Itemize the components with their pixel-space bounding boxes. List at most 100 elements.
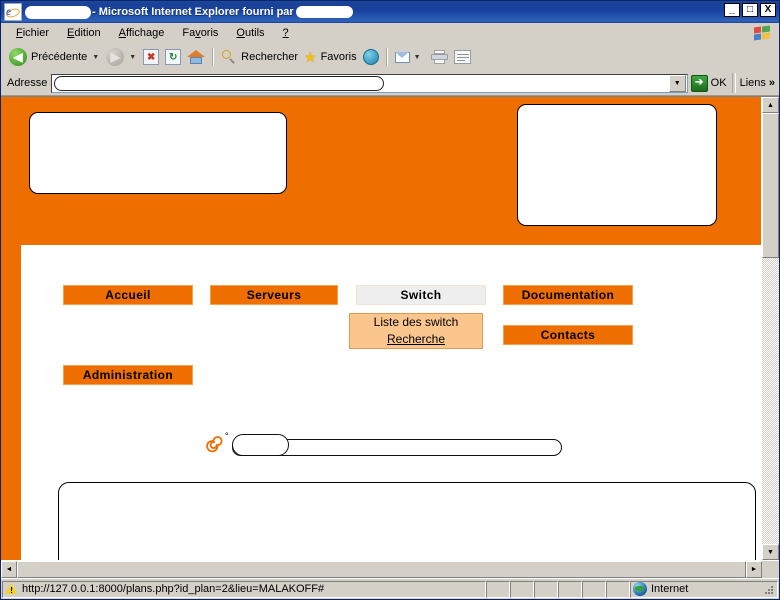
internet-zone-icon xyxy=(633,582,647,596)
page-viewport: Accueil Serveurs Switch Documentation Co… xyxy=(1,96,779,560)
vertical-scrollbar[interactable]: ▲ ▼ xyxy=(761,97,779,560)
menu-item-help[interactable]: ? xyxy=(274,25,298,41)
back-button-label: Précédente xyxy=(31,51,88,63)
close-button[interactable]: X xyxy=(760,3,776,17)
vertical-scroll-track[interactable] xyxy=(762,113,779,544)
redacted-title-prefix xyxy=(25,5,91,19)
status-pane-3 xyxy=(534,580,558,598)
scroll-up-button[interactable]: ▲ xyxy=(762,97,779,113)
go-button[interactable]: ➔ OK xyxy=(688,74,732,92)
address-bar: Adresse ▼ ➔ OK Liens » xyxy=(1,71,779,96)
search-button-label: Rechercher xyxy=(241,51,298,63)
print-button[interactable] xyxy=(428,45,451,69)
back-arrow-icon: ◀ xyxy=(9,48,27,66)
stop-icon[interactable]: ✖ xyxy=(143,49,160,65)
redacted-logo-right xyxy=(517,104,717,226)
home-icon[interactable] xyxy=(187,49,206,65)
redacted-logo-left xyxy=(29,112,287,194)
mail-button[interactable]: ▼ xyxy=(392,45,428,69)
favorites-button[interactable]: ★ Favoris xyxy=(301,45,360,69)
submenu-item-recherche[interactable]: Recherche xyxy=(350,331,482,348)
nav-button-serveurs[interactable]: Serveurs xyxy=(210,285,338,305)
address-input[interactable]: ▼ xyxy=(51,73,688,93)
window-controls: _ □ X xyxy=(724,3,776,17)
title-bar: e - Microsoft Internet Explorer fourni p… xyxy=(1,1,779,23)
status-pane-5 xyxy=(582,580,606,598)
horizontal-scrollbar[interactable]: ◄ ► xyxy=(1,560,779,578)
redacted-address-value xyxy=(54,75,385,91)
favorites-button-label: Favoris xyxy=(320,51,357,63)
search-icon xyxy=(221,49,237,65)
nav-button-administration[interactable]: Administration xyxy=(63,365,193,385)
history-globe-icon xyxy=(362,49,379,65)
printer-icon xyxy=(430,50,448,64)
refresh-icon[interactable]: ↻ xyxy=(165,49,182,65)
edit-page-icon xyxy=(453,50,471,64)
edit-button[interactable] xyxy=(451,45,474,69)
menu-item-favoris[interactable]: Favoris xyxy=(173,25,227,41)
internet-explorer-icon: e xyxy=(4,3,22,21)
status-url-text: http://127.0.0.1:8000/plans.php?id_plan=… xyxy=(22,583,325,595)
degree-symbol: ° xyxy=(225,431,229,441)
status-zone-text: Internet xyxy=(651,583,689,595)
vertical-scroll-thumb[interactable] xyxy=(762,113,779,258)
mail-icon xyxy=(394,50,412,64)
back-history-caret-icon[interactable]: ▼ xyxy=(92,54,99,61)
forward-history-caret-icon[interactable]: ▼ xyxy=(129,54,136,61)
nav-button-switch[interactable]: Switch xyxy=(356,285,486,305)
web-page-content: Accueil Serveurs Switch Documentation Co… xyxy=(1,97,761,560)
mail-caret-icon[interactable]: ▼ xyxy=(414,54,421,61)
star-icon: ★ xyxy=(304,49,317,65)
toolbar-divider-2 xyxy=(385,48,388,66)
warning-icon: ! xyxy=(5,583,18,595)
scroll-down-button[interactable]: ▼ xyxy=(762,544,779,560)
window-title-text: - Microsoft Internet Explorer fourni par xyxy=(92,6,294,18)
maximize-button[interactable]: □ xyxy=(742,3,758,17)
redacted-title-suffix xyxy=(295,6,353,18)
window-title: - Microsoft Internet Explorer fourni par xyxy=(25,5,353,19)
back-button[interactable]: ◀ Précédente xyxy=(6,45,90,69)
windows-flag-logo xyxy=(749,23,775,43)
menu-item-affichage[interactable]: Affichage xyxy=(110,25,174,41)
links-button[interactable]: Liens » xyxy=(736,77,779,89)
status-pane-4 xyxy=(558,580,582,598)
scrollbar-corner xyxy=(762,561,779,578)
status-url-pane: ! http://127.0.0.1:8000/plans.php?id_pla… xyxy=(2,580,486,598)
address-label: Adresse xyxy=(7,77,48,89)
page-left-orange-strip xyxy=(1,245,21,560)
go-arrow-icon: ➔ xyxy=(690,74,708,92)
spiral-icon xyxy=(203,436,223,456)
scroll-right-button[interactable]: ► xyxy=(746,561,762,578)
menu-bar: FFichierichier Edition Affichage Favoris… xyxy=(1,23,779,44)
history-button[interactable] xyxy=(360,45,382,69)
links-label: Liens xyxy=(739,77,766,89)
status-bar: ! http://127.0.0.1:8000/plans.php?id_pla… xyxy=(1,578,779,599)
address-dropdown-icon[interactable]: ▼ xyxy=(668,74,686,92)
status-pane-6 xyxy=(606,580,630,598)
nav-button-accueil[interactable]: Accueil xyxy=(63,285,193,305)
horizontal-scroll-thumb[interactable] xyxy=(17,561,746,578)
menu-item-outils[interactable]: Outils xyxy=(227,25,273,41)
submenu-item-liste-des-switch[interactable]: Liste des switch xyxy=(350,314,482,331)
status-pane-1 xyxy=(486,580,510,598)
search-button[interactable]: Rechercher xyxy=(218,45,301,69)
resize-grip[interactable] xyxy=(761,582,775,596)
forward-arrow-icon: ▶ xyxy=(106,48,125,66)
menu-item-edition[interactable]: Edition xyxy=(58,25,110,41)
menu-item-fichier[interactable]: FFichierichier xyxy=(7,25,58,41)
toolbar-divider-1 xyxy=(212,48,215,66)
status-zone-pane[interactable]: Internet xyxy=(630,580,778,598)
status-pane-2 xyxy=(510,580,534,598)
forward-button[interactable]: ▶ xyxy=(103,45,127,69)
nav-button-documentation[interactable]: Documentation xyxy=(503,285,633,305)
scroll-left-button[interactable]: ◄ xyxy=(1,561,17,578)
minimize-button[interactable]: _ xyxy=(724,3,740,17)
switch-submenu[interactable]: Liste des switch Recherche xyxy=(349,313,483,349)
nav-button-contacts[interactable]: Contacts xyxy=(503,325,633,345)
chevron-right-icon: » xyxy=(768,77,775,89)
go-button-label: OK xyxy=(710,77,727,89)
browser-window: e - Microsoft Internet Explorer fourni p… xyxy=(0,0,780,600)
navigation-toolbar: ◀ Précédente ▼ ▶ ▼ ✖ ↻ Rechercher ★ Favo… xyxy=(1,44,779,71)
plan-display-area xyxy=(58,482,756,560)
redacted-title-box xyxy=(232,434,289,456)
